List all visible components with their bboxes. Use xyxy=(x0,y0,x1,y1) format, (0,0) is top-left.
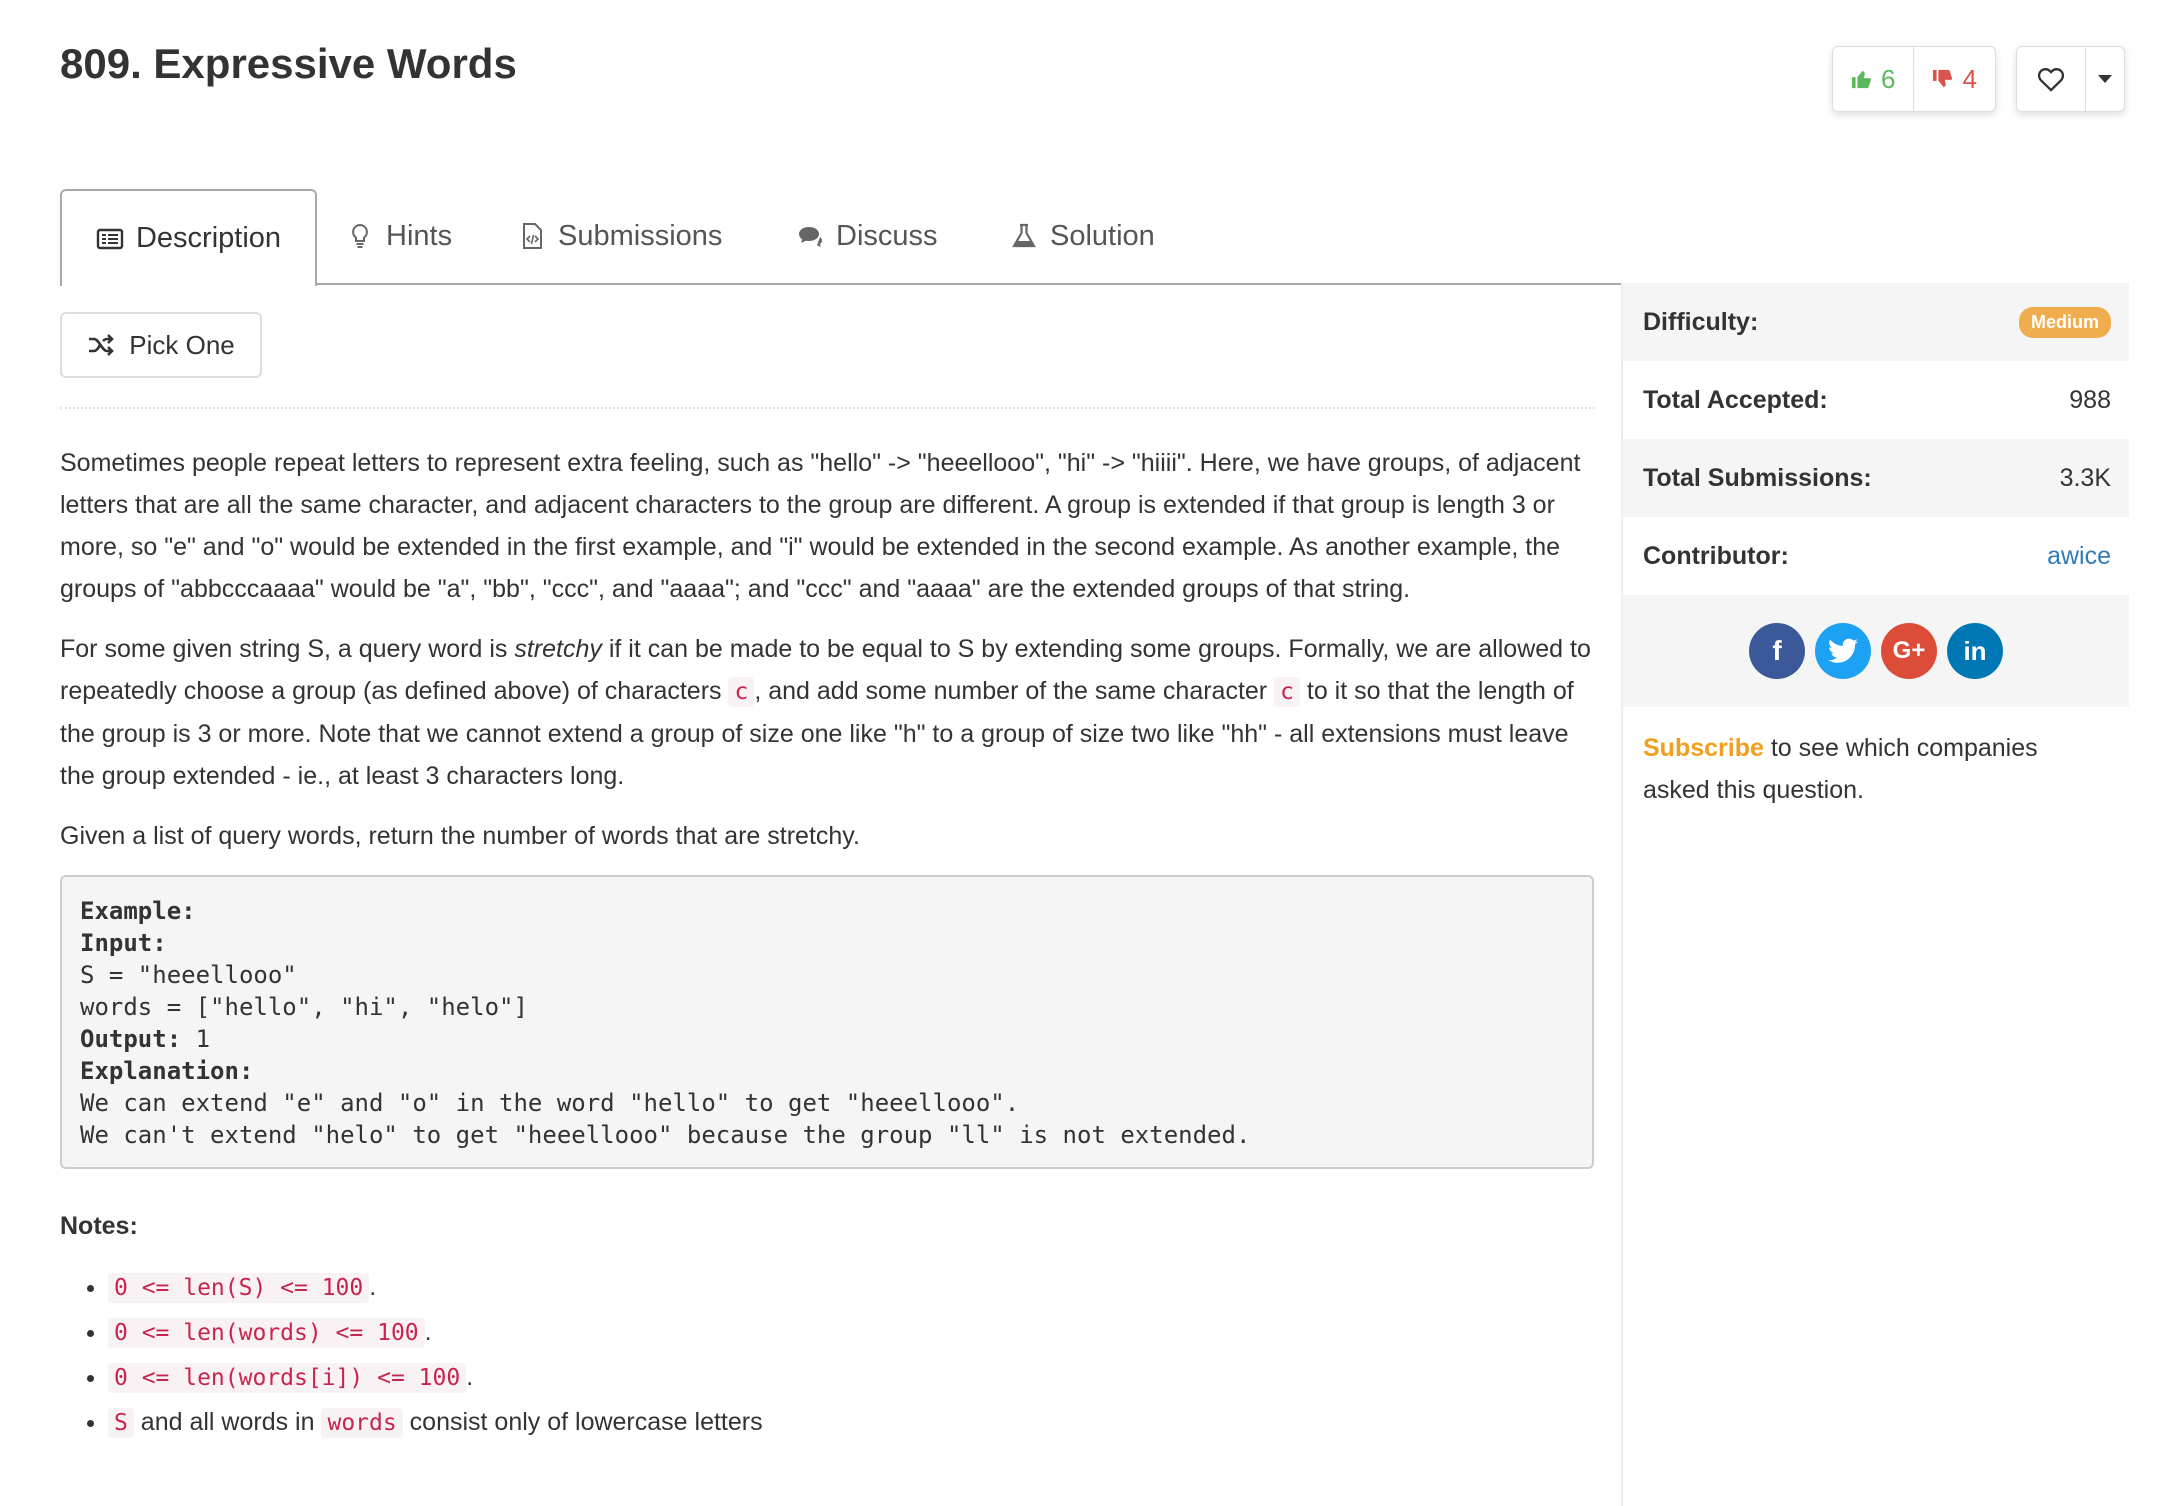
inline-code: words xyxy=(321,1408,403,1438)
stretchy-term: stretchy xyxy=(514,635,602,663)
example-line: We can extend "e" and "o" in the word "h… xyxy=(80,1089,1020,1117)
upvote-button[interactable]: 6 xyxy=(1833,47,1915,111)
text-segment: For some given string S, a query word is xyxy=(60,635,515,663)
tab-label: Solution xyxy=(1050,219,1155,252)
linkedin-icon[interactable]: in xyxy=(1947,623,2003,679)
favorite-button[interactable] xyxy=(2017,47,2086,111)
accepted-label: Total Accepted: xyxy=(1643,385,1828,414)
contributor-label: Contributor: xyxy=(1643,541,1789,570)
favorite-dropdown-button[interactable] xyxy=(2086,47,2124,111)
content-divider xyxy=(60,407,1595,409)
flask-icon xyxy=(1012,223,1036,248)
tab-label: Hints xyxy=(386,219,453,252)
downvote-count: 4 xyxy=(1962,63,1977,94)
contributor-row: Contributor: awice xyxy=(1623,517,2129,595)
google-plus-icon[interactable]: G+ xyxy=(1881,623,1937,679)
difficulty-row: Difficulty: Medium xyxy=(1623,283,2129,361)
note-item: 0 <= len(words[i]) <= 100. xyxy=(108,1355,1600,1400)
accepted-value: 988 xyxy=(2069,385,2111,414)
downvote-button[interactable]: 4 xyxy=(1914,47,1994,111)
problem-info-panel: Difficulty: Medium Total Accepted: 988 T… xyxy=(1621,283,2129,1506)
problem-title: 809. Expressive Words xyxy=(60,40,517,87)
inline-code: 0 <= len(S) <= 100 xyxy=(108,1273,370,1303)
list-icon xyxy=(96,228,124,249)
description-paragraph-1: Sometimes people repeat letters to repre… xyxy=(60,449,1581,603)
tab-submissions[interactable]: Submissions xyxy=(518,189,722,283)
tab-discuss[interactable]: Discuss xyxy=(796,189,938,283)
text-segment: . xyxy=(466,1363,474,1391)
example-block: Example: Input: S = "heeellooo" words = … xyxy=(60,875,1594,1169)
notes-list: 0 <= len(S) <= 100. 0 <= len(words) <= 1… xyxy=(60,1265,1600,1445)
inline-code: c xyxy=(728,677,755,707)
note-item: S and all words in words consist only of… xyxy=(108,1400,1600,1445)
favorite-group xyxy=(2016,46,2125,112)
inline-code: 0 <= len(words) <= 100 xyxy=(108,1318,425,1348)
explanation-label: Explanation: xyxy=(80,1057,254,1085)
heart-icon xyxy=(2037,68,2065,92)
text-segment: . xyxy=(424,1318,432,1346)
problem-tabs: Description Hints Submissions Discuss So… xyxy=(60,189,2127,286)
description-paragraph-2: For some given string S, a query word is… xyxy=(60,628,1600,797)
vote-group: 6 4 xyxy=(1832,46,1996,112)
twitter-icon[interactable] xyxy=(1815,623,1871,679)
text-segment: , and add some number of the same charac… xyxy=(754,677,1275,705)
facebook-icon[interactable]: f xyxy=(1749,623,1805,679)
input-label: Input: xyxy=(80,929,167,957)
pick-one-label: Pick One xyxy=(129,329,235,360)
subscribe-note: Subscribe to see which companies asked t… xyxy=(1623,707,2129,811)
example-label: Example: xyxy=(80,897,196,925)
accepted-row: Total Accepted: 988 xyxy=(1623,361,2129,439)
example-line: words = ["hello", "hi", "helo"] xyxy=(80,993,528,1021)
example-line: S = "heeellooo" xyxy=(80,961,297,989)
contributor-link[interactable]: awice xyxy=(2047,542,2111,571)
pick-one-button[interactable]: Pick One xyxy=(60,312,262,378)
thumbs-up-icon xyxy=(1851,70,1872,89)
submissions-value: 3.3K xyxy=(2059,463,2111,492)
example-line: We can't extend "helo" to get "heeellooo… xyxy=(80,1121,1251,1149)
text-segment: . xyxy=(369,1273,377,1301)
tab-description[interactable]: Description xyxy=(60,189,317,286)
notes-title: Notes: xyxy=(60,1212,138,1240)
tab-hints[interactable]: Hints xyxy=(346,189,452,283)
thumbs-down-icon xyxy=(1933,69,1953,88)
share-buttons: f G+ in xyxy=(1623,595,2129,707)
tab-label: Discuss xyxy=(836,219,938,252)
text-segment: and all words in xyxy=(133,1408,322,1436)
tab-solution[interactable]: Solution xyxy=(1010,189,1155,283)
shuffle-icon xyxy=(89,334,115,356)
file-code-icon xyxy=(523,223,542,249)
comments-icon xyxy=(799,227,822,247)
inline-code: S xyxy=(108,1408,134,1438)
tab-label: Description xyxy=(135,222,282,254)
difficulty-badge: Medium xyxy=(2018,306,2111,338)
output-label: Output: xyxy=(80,1025,182,1053)
lightbulb-icon xyxy=(352,223,368,248)
caret-down-icon xyxy=(2098,75,2112,83)
subscribe-link[interactable]: Subscribe xyxy=(1643,734,1764,762)
problem-description: Sometimes people repeat letters to repre… xyxy=(60,442,1600,1445)
tab-label: Submissions xyxy=(558,219,723,252)
note-item: 0 <= len(words) <= 100. xyxy=(108,1310,1600,1355)
inline-code: c xyxy=(1274,677,1300,707)
problem-page: 809. Expressive Words 6 4 Description Hi… xyxy=(0,0,2180,1506)
upvote-count: 6 xyxy=(1881,63,1896,94)
description-paragraph-3: Given a list of query words, return the … xyxy=(60,822,860,850)
submissions-label: Total Submissions: xyxy=(1643,463,1872,492)
note-item: 0 <= len(S) <= 100. xyxy=(108,1265,1600,1310)
output-value: 1 xyxy=(181,1025,211,1053)
difficulty-label: Difficulty: xyxy=(1643,307,1759,336)
submissions-row: Total Submissions: 3.3K xyxy=(1623,439,2129,517)
text-segment: consist only of lowercase letters xyxy=(402,1408,763,1436)
inline-code: 0 <= len(words[i]) <= 100 xyxy=(108,1363,467,1393)
